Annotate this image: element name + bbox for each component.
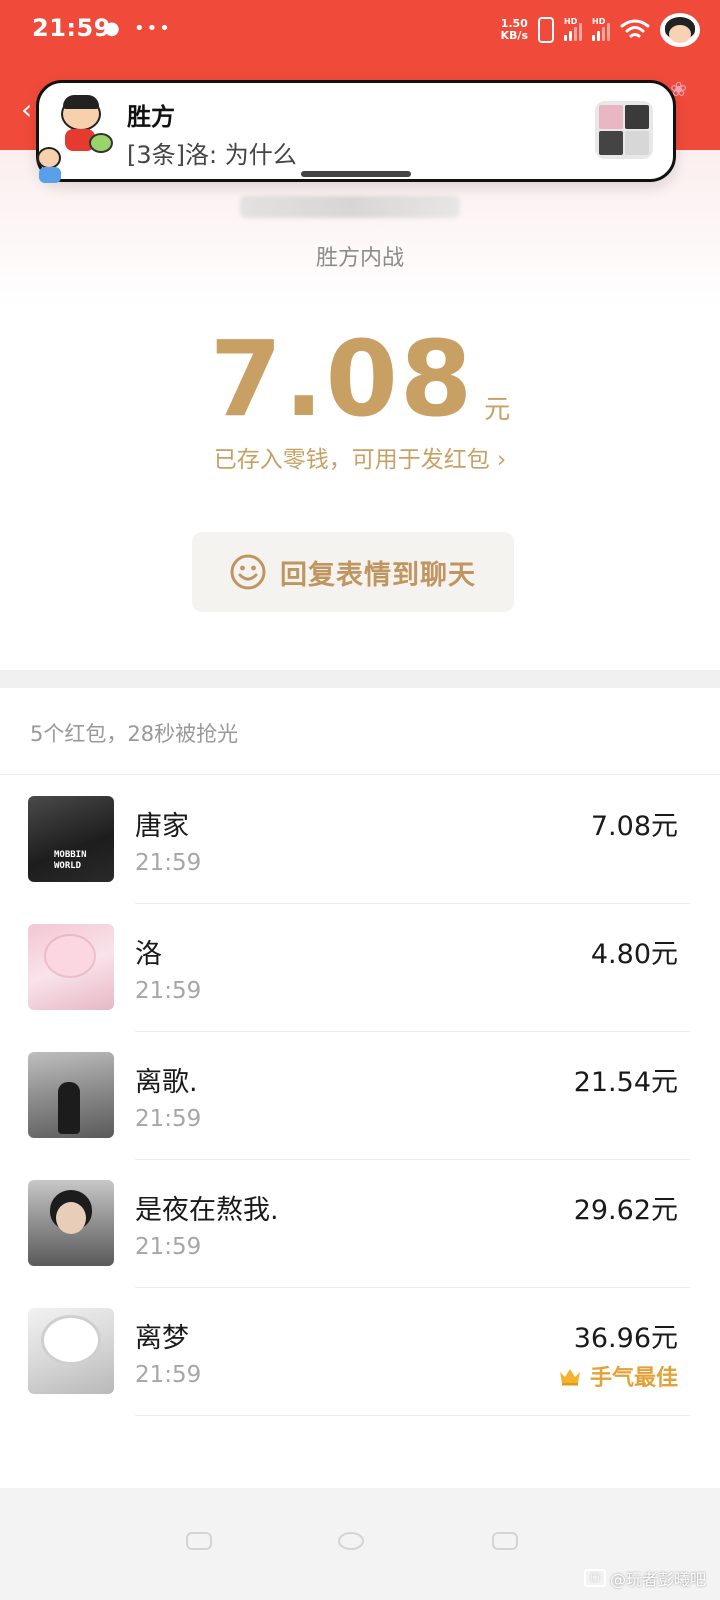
recipient-name: 离歌. <box>135 1067 198 1098</box>
grab-time: 21:59 <box>135 1234 202 1260</box>
envelope-summary: 5个红包，28秒被抢光 <box>30 722 239 746</box>
app-notification-icon: ● <box>104 18 120 39</box>
flower-icon: ❀ <box>670 77 687 101</box>
stored-to-wallet-link[interactable]: 已存入零钱，可用于发红包 › <box>0 440 720 474</box>
avatar[interactable] <box>28 1308 114 1394</box>
nav-recent-icon[interactable] <box>492 1532 518 1550</box>
notification-message: [3条]洛: 为什么 <box>127 141 297 169</box>
section-divider <box>0 670 720 688</box>
cartoon-sticker-small-icon <box>33 147 67 187</box>
message-notification-banner[interactable]: ‹ 胜方 [3条]洛: 为什么 ❀ <box>21 77 687 183</box>
grab-time: 21:59 <box>135 978 202 1004</box>
more-dots-icon: ••• <box>134 18 172 39</box>
grab-amount: 7.08元 <box>590 811 678 842</box>
crown-icon <box>559 1369 580 1386</box>
net-speed: 1.50 KB/s <box>501 18 528 42</box>
amount-value: 7.08 <box>209 318 475 440</box>
watermark-text: @玩者彭曦吧 <box>609 1570 706 1589</box>
wifi-icon <box>620 19 650 38</box>
recipients-list: 5个红包，28秒被抢光 MOBBIN WORLD 唐家 21:59 7.08元 … <box>0 688 720 1488</box>
list-item[interactable]: MOBBIN WORLD 唐家 21:59 7.08元 <box>0 776 720 904</box>
grab-time: 21:59 <box>135 850 202 876</box>
grab-amount: 36.96元 <box>573 1323 678 1354</box>
status-right-group: 1.50 KB/s HD HD <box>501 12 700 48</box>
recipient-name: 是夜在熬我. <box>135 1195 279 1226</box>
avatar[interactable] <box>28 1180 114 1266</box>
list-item[interactable]: 离梦 21:59 36.96元 手气最佳 <box>0 1288 720 1416</box>
watermark: ▢ @玩者彭曦吧 <box>583 1566 706 1590</box>
signal-icon-1: HD <box>564 17 582 41</box>
reply-sticker-button[interactable]: 回复表情到聊天 <box>192 532 514 612</box>
hd-label: HD <box>564 17 578 26</box>
hd-label-2: HD <box>592 17 606 26</box>
back-chevron-icon[interactable]: ‹ <box>21 93 32 126</box>
grab-amount: 29.62元 <box>573 1195 678 1226</box>
notification-drag-handle[interactable] <box>301 171 411 177</box>
notification-title: 胜方 <box>127 103 175 131</box>
status-time: 21:59 <box>32 14 111 42</box>
avatar[interactable] <box>28 924 114 1010</box>
grab-time: 21:59 <box>135 1362 202 1388</box>
status-bar: 21:59 ● ••• 1.50 KB/s HD HD <box>0 0 720 62</box>
divider-line <box>0 774 720 775</box>
nav-back-icon[interactable] <box>186 1532 212 1550</box>
sender-name-blurred <box>240 196 460 218</box>
recipient-name: 唐家 <box>135 811 189 842</box>
divider-line <box>135 1415 690 1416</box>
smiley-icon <box>230 554 266 590</box>
grab-amount: 4.80元 <box>590 939 678 970</box>
watermark-logo-icon: ▢ <box>583 1569 606 1587</box>
bottom-navigation: ▢ @玩者彭曦吧 <box>0 1488 720 1600</box>
best-luck-badge: 手气最佳 <box>558 1360 678 1392</box>
avatar-tag: MOBBIN WORLD <box>54 850 87 871</box>
nav-home-icon[interactable] <box>338 1532 364 1550</box>
grab-amount: 21.54元 <box>573 1067 678 1098</box>
group-avatar-thumbnail <box>595 101 653 159</box>
received-amount: 7.08 元 <box>0 318 720 440</box>
avatar[interactable]: MOBBIN WORLD <box>28 796 114 882</box>
list-item[interactable]: 离歌. 21:59 21.54元 <box>0 1032 720 1160</box>
list-item[interactable]: 洛 21:59 4.80元 <box>0 904 720 1032</box>
best-luck-label: 手气最佳 <box>589 1366 678 1391</box>
reply-sticker-label: 回复表情到聊天 <box>280 559 476 591</box>
vibrate-icon <box>538 17 554 43</box>
amount-unit: 元 <box>484 395 511 425</box>
grab-time: 21:59 <box>135 1106 202 1132</box>
battery-sticker-icon <box>660 13 700 47</box>
recipient-name: 离梦 <box>135 1323 189 1354</box>
stored-text: 已存入零钱，可用于发红包 <box>213 447 490 473</box>
chevron-right-icon: › <box>497 447 507 473</box>
list-item[interactable]: 是夜在熬我. 21:59 29.62元 <box>0 1160 720 1288</box>
signal-icon-2: HD <box>592 17 610 41</box>
avatar[interactable] <box>28 1052 114 1138</box>
group-name: 胜方内战 <box>315 246 404 271</box>
net-speed-unit: KB/s <box>500 29 528 42</box>
recipient-name: 洛 <box>135 939 162 970</box>
